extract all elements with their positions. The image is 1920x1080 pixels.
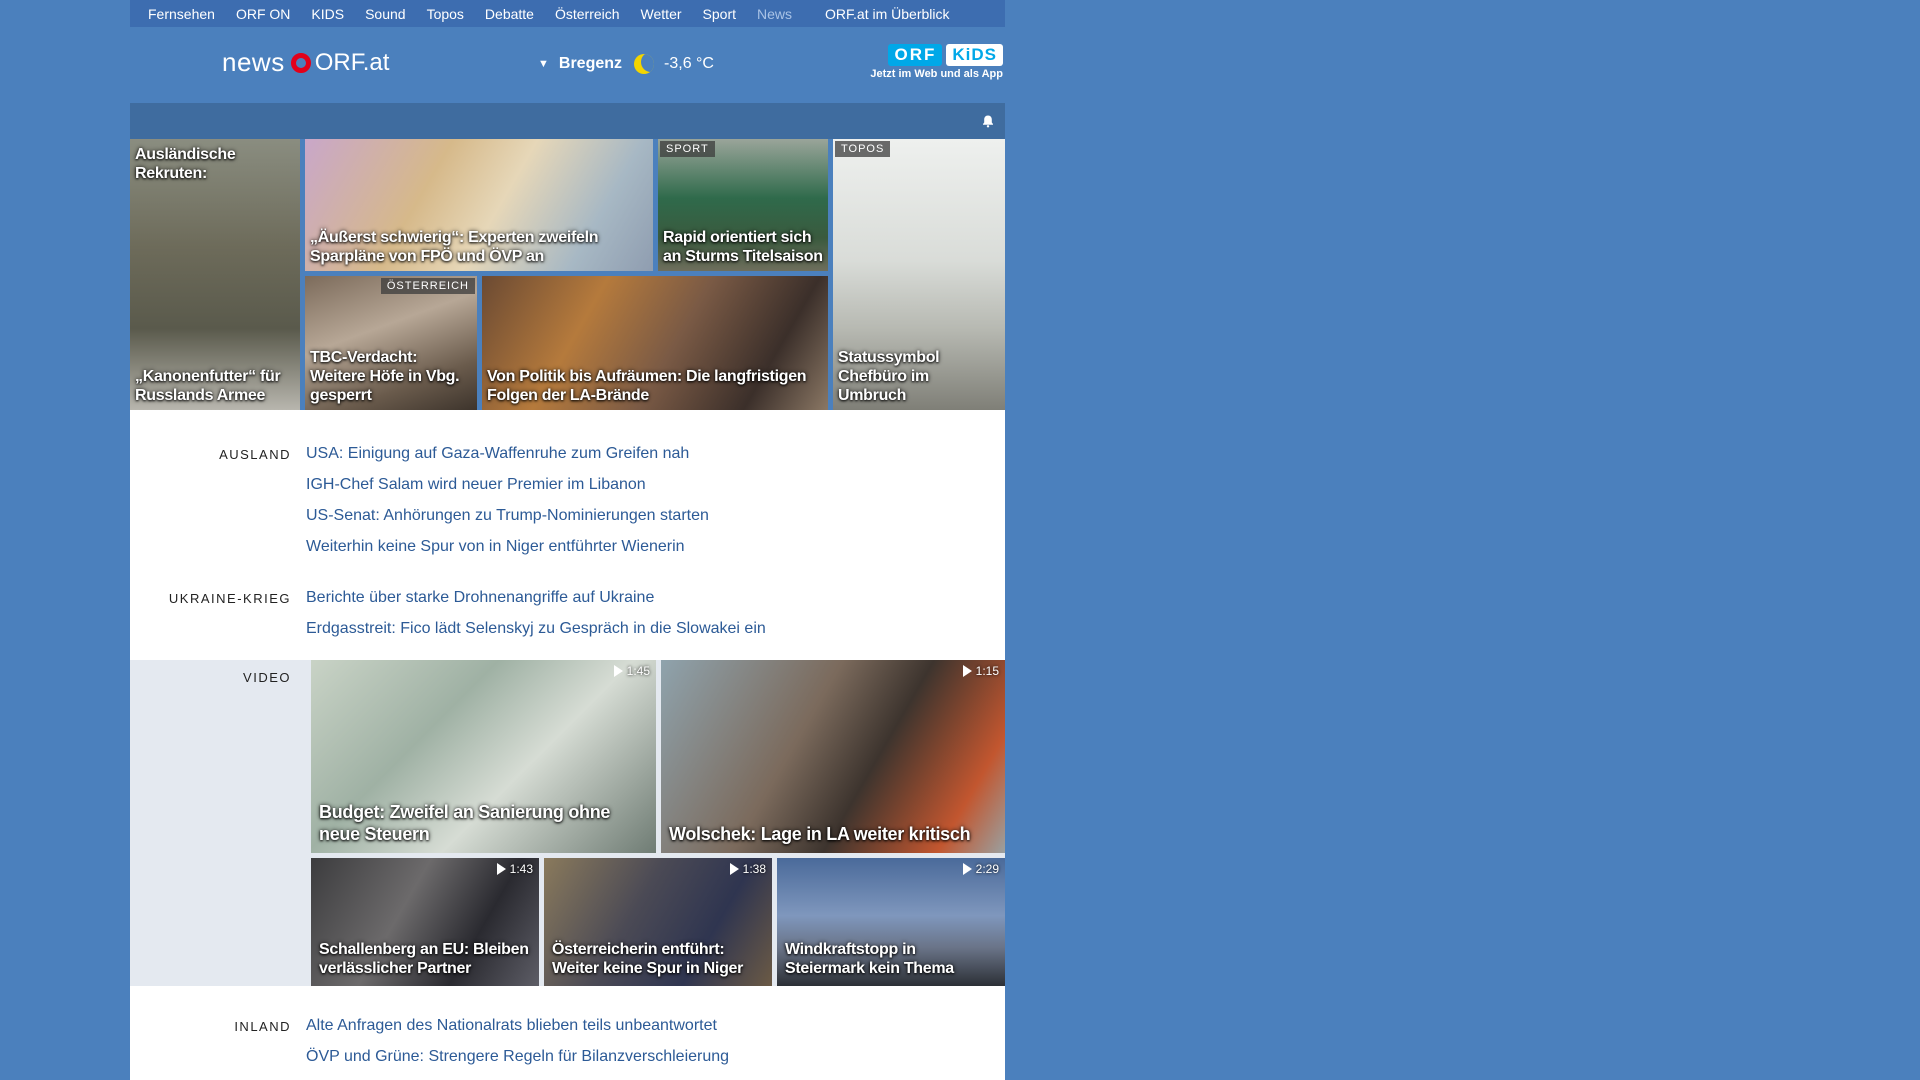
teaser-headline: Rapid orientiert sich an Sturms Titelsai… (663, 229, 823, 265)
kids-logo-orf: ORF (888, 44, 943, 66)
subheader-bar (130, 103, 1005, 139)
teaser-headline: „Kanonenfutter“ für Russlands Armee (135, 368, 281, 404)
teaser-tag: ÖSTERREICH (380, 278, 475, 294)
link-list: Berichte über starke Drohnenangriffe auf… (306, 582, 766, 644)
bell-icon[interactable] (981, 114, 995, 128)
nav-item-kids[interactable]: KIDS (311, 6, 344, 22)
news-link[interactable]: ÖVP und Grüne: Strengere Regeln für Bila… (306, 1041, 729, 1072)
nav-item-wetter[interactable]: Wetter (641, 6, 682, 22)
news-link[interactable]: Erdgasstreit: Fico lädt Selenskyj zu Ges… (306, 613, 766, 644)
dropdown-triangle-icon: ▼ (538, 58, 549, 70)
video-tile-niger[interactable]: 1:38 Österreicherin entführt: Weiter kei… (544, 858, 772, 986)
news-link[interactable]: US-Senat: Anhörungen zu Trump-Nominierun… (306, 500, 709, 531)
link-list: Alte Anfragen des Nationalrats blieben t… (306, 1010, 729, 1072)
video-duration: 1:43 (496, 862, 533, 876)
play-icon (962, 665, 972, 677)
teaser-grid: Ausländische Rekruten: „Kanonenfutter“ f… (130, 139, 1005, 410)
page: Fernsehen ORF ON KIDS Sound Topos Debatt… (130, 0, 1005, 1080)
teaser-tag: TOPOS (835, 141, 891, 157)
section-label: UKRAINE-KRIEG (168, 591, 291, 606)
teaser-tag: SPORT (660, 141, 715, 157)
play-icon (613, 665, 623, 677)
video-tile-windkraft[interactable]: 2:29 Windkraftstopp in Steiermark kein T… (777, 858, 1005, 986)
video-tile-budget[interactable]: 1:45 Budget: Zweifel an Sanierung ohne n… (311, 660, 656, 853)
teaser-tile-tbc[interactable]: ÖSTERREICH TBC-Verdacht: Weitere Höfe in… (305, 276, 477, 410)
orf-eye-icon (290, 52, 311, 73)
weather-location: Bregenz (558, 55, 623, 72)
video-duration-text: 1:43 (509, 862, 533, 876)
news-link[interactable]: Weiterhin keine Spur von in Niger entfüh… (306, 531, 709, 562)
nav-item-oesterreich[interactable]: Österreich (555, 6, 620, 22)
teaser-tile-sparplaene[interactable]: „Äußerst schwierig“: Experten zweifeln S… (305, 139, 653, 271)
teaser-headline: „Äußerst schwierig“: Experten zweifeln S… (310, 229, 599, 265)
nav-item-debatte[interactable]: Debatte (485, 6, 534, 22)
teaser-headline: TBC-Verdacht: Weitere Höfe in Vbg. gespe… (310, 349, 460, 404)
teaser-tile-rekruten[interactable]: Ausländische Rekruten: „Kanonenfutter“ f… (130, 139, 300, 410)
nav-item-sound[interactable]: Sound (365, 6, 405, 22)
orf-kids-promo[interactable]: ORF KiDS Jetzt im Web und als App (870, 44, 1003, 80)
news-orf-logo[interactable]: news ORF.at (222, 47, 389, 78)
play-icon (496, 863, 506, 875)
logo-orf-text: ORF.at (314, 48, 390, 76)
video-tile-wolschek[interactable]: 1:15 Wolschek: Lage in LA weiter kritisc… (661, 660, 1005, 853)
kids-tagline: Jetzt im Web und als App (870, 68, 1003, 80)
nav-item-topos[interactable]: Topos (427, 6, 464, 22)
nav-item-sport[interactable]: Sport (703, 6, 736, 22)
video-duration: 1:15 (962, 664, 999, 678)
video-duration-text: 1:15 (975, 664, 999, 678)
section-label: AUSLAND (219, 447, 291, 462)
play-icon (729, 863, 739, 875)
link-list: USA: Einigung auf Gaza-Waffenruhe zum Gr… (306, 438, 709, 562)
video-duration-text: 1:38 (742, 862, 766, 876)
nav-item-news[interactable]: News (757, 6, 792, 22)
video-title: Budget: Zweifel an Sanierung ohne neue S… (319, 802, 611, 844)
teaser-headline: Von Politik bis Aufräumen: Die langfrist… (487, 368, 807, 404)
nav-item-orf-on[interactable]: ORF ON (236, 6, 290, 22)
video-duration-text: 2:29 (975, 862, 999, 876)
news-link[interactable]: Berichte über starke Drohnenangriffe auf… (306, 582, 766, 613)
nav-item-fernsehen[interactable]: Fernsehen (148, 6, 215, 22)
kids-logo-kids: KiDS (946, 44, 1003, 66)
video-duration: 2:29 (962, 862, 999, 876)
logo-news-text: news (222, 47, 285, 77)
teaser-headline: Statussymbol Chefbüro im Umbruch (838, 349, 940, 404)
teaser-tile-rapid[interactable]: SPORT Rapid orientiert sich an Sturms Ti… (658, 139, 828, 271)
section-label: INLAND (234, 1019, 291, 1034)
teaser-tile-chefbuero[interactable]: TOPOS Statussymbol Chefbüro im Umbruch (833, 139, 1005, 410)
news-link[interactable]: USA: Einigung auf Gaza-Waffenruhe zum Gr… (306, 438, 709, 469)
teaser-tile-la-braende[interactable]: Von Politik bis Aufräumen: Die langfrist… (482, 276, 828, 410)
news-link[interactable]: IGH-Chef Salam wird neuer Premier im Lib… (306, 469, 709, 500)
main-content: AUSLAND USA: Einigung auf Gaza-Waffenruh… (130, 410, 1005, 1080)
nav-overview-link[interactable]: ORF.at im Überblick (825, 6, 949, 22)
play-icon (962, 863, 972, 875)
top-navigation: Fernsehen ORF ON KIDS Sound Topos Debatt… (130, 0, 1005, 27)
section-video: VIDEO 1:45 Budget: Zweifel an Sanierung … (130, 660, 1005, 986)
video-title: Windkraftstopp in Steiermark kein Thema (785, 941, 954, 977)
moon-icon (634, 54, 655, 74)
video-duration: 1:45 (613, 664, 650, 678)
video-title: Schallenberg an EU: Bleiben verlässliche… (319, 941, 529, 977)
weather-widget[interactable]: ▼ Bregenz -3,6 °C (538, 54, 714, 74)
video-duration-text: 1:45 (626, 664, 650, 678)
teaser-headline-top: Ausländische Rekruten: (135, 146, 236, 182)
video-duration: 1:38 (729, 862, 766, 876)
video-tile-schallenberg[interactable]: 1:43 Schallenberg an EU: Bleiben verläss… (311, 858, 539, 986)
weather-temperature: -3,6 °C (664, 55, 714, 72)
video-title: Wolschek: Lage in LA weiter kritisch (669, 824, 971, 844)
news-link[interactable]: Alte Anfragen des Nationalrats blieben t… (306, 1010, 729, 1041)
section-label: VIDEO (243, 670, 291, 685)
video-title: Österreicherin entführt: Weiter keine Sp… (552, 941, 744, 977)
